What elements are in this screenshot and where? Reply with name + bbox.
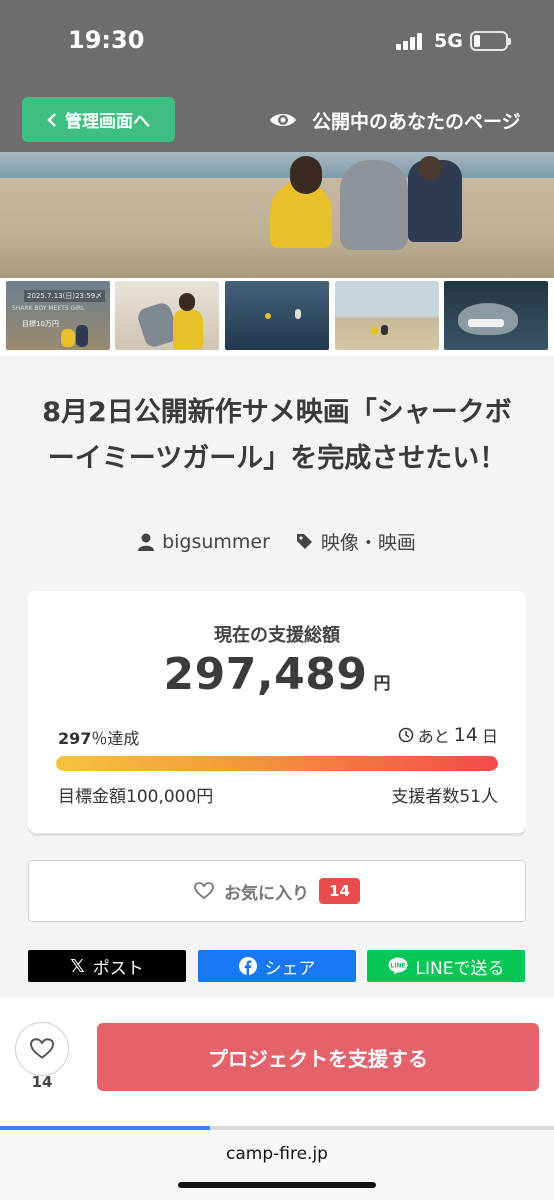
line-icon: LINE [388,957,408,975]
heart-icon [30,1038,54,1059]
admin-page-label: 管理画面へ [65,112,150,132]
svg-text:LINE: LINE [390,963,405,970]
share-x-label: ポスト [92,958,144,979]
thumbnail-2[interactable] [115,281,219,350]
like-button[interactable] [15,1022,69,1076]
project-meta: bigsummer 映像・映画 [0,528,554,555]
goal-amount: 目標金額100,000円 [58,787,214,807]
heart-icon [194,882,214,900]
favorite-button[interactable]: お気に入り 14 [28,860,526,922]
support-project-button[interactable]: プロジェクトを支援する [97,1023,539,1091]
status-bar: 19:30 5G [0,0,554,84]
funding-amount-value: 297,489 [163,649,368,700]
clock-icon [398,727,414,743]
project-title: 8月2日公開新作サメ映画「シャークボーイミーツガール」を完成させたい！ [42,397,512,474]
progress-bar [56,756,498,771]
status-time: 19:30 [68,26,145,54]
days-suffix: 日 [481,727,498,746]
thumbnail-5[interactable] [444,281,548,350]
facebook-icon [238,957,257,975]
share-facebook-label: シェア [264,958,316,979]
thumbnail-1[interactable]: 2025.7.13(日)23:59〆 SHARK BOY MEETS GIRL … [6,281,110,350]
browser-address-bar[interactable]: camp-fire.jp [0,1126,554,1200]
public-page-label: 公開中のあなたのページ [312,110,521,133]
backer-count: 支援者数51人 [391,787,498,807]
project-owner-name: bigsummer [162,530,270,553]
home-indicator[interactable] [178,1182,376,1188]
funding-label: 現在の支援総額 [214,625,340,646]
progress-bar-fill [56,756,498,771]
tag-icon [296,534,312,549]
battery-icon [470,31,511,51]
chevron-left-icon [47,112,56,127]
project-category-name: 映像・映画 [320,532,416,554]
thumbnail-4[interactable] [335,281,439,350]
share-line-label: LINEで送る [415,958,505,979]
achievement-rate-number: 297 [58,729,92,748]
admin-page-button[interactable]: 管理画面へ [22,97,175,142]
network-label: 5G [434,30,463,52]
public-page-link[interactable]: 公開中のあなたのページ [268,104,521,136]
browser-url: camp-fire.jp [226,1144,328,1164]
share-line-button[interactable]: LINE LINEで送る [367,950,525,982]
page-load-progress [0,1126,554,1130]
share-x-button[interactable]: 𝕏 ポスト [28,950,186,982]
funding-card: 現在の支援総額 297,489 円 297％達成 あと 14 日 目標金額100,00… [28,591,526,833]
funding-currency: 円 [373,674,391,694]
thumbnail-caption-title: SHARK BOY MEETS GIRL [12,305,85,312]
thumbnail-caption-date: 2025.7.13(日)23:59〆 [24,290,106,302]
favorite-count: 14 [319,878,360,904]
project-owner[interactable]: bigsummer [138,528,270,555]
days-number: 14 [453,724,478,746]
like-count: 14 [31,1073,53,1091]
project-category[interactable]: 映像・映画 [296,528,416,555]
thumbnail-caption-goal: 目標10万円 [22,320,59,328]
thumbnail-3[interactable] [225,281,329,350]
funding-amount: 297,489 円 [28,649,526,700]
hero-image: 19:30 5G 管理画面へ 公開中のあなたのページ [0,0,554,278]
thumbnail-strip: 2025.7.13(日)23:59〆 SHARK BOY MEETS GIRL … [0,278,554,356]
days-prefix: あと [417,727,450,746]
achievement-rate-suffix: ％達成 [91,729,140,748]
x-logo-icon: 𝕏 [70,955,85,977]
share-facebook-button[interactable]: シェア [198,950,356,982]
eye-icon [270,114,296,126]
signal-icon [396,32,426,50]
favorite-label: お気に入り [224,883,310,904]
days-remaining: あと 14 日 [398,723,498,747]
achievement-rate: 297％達成 [58,725,139,749]
user-icon [138,533,155,551]
